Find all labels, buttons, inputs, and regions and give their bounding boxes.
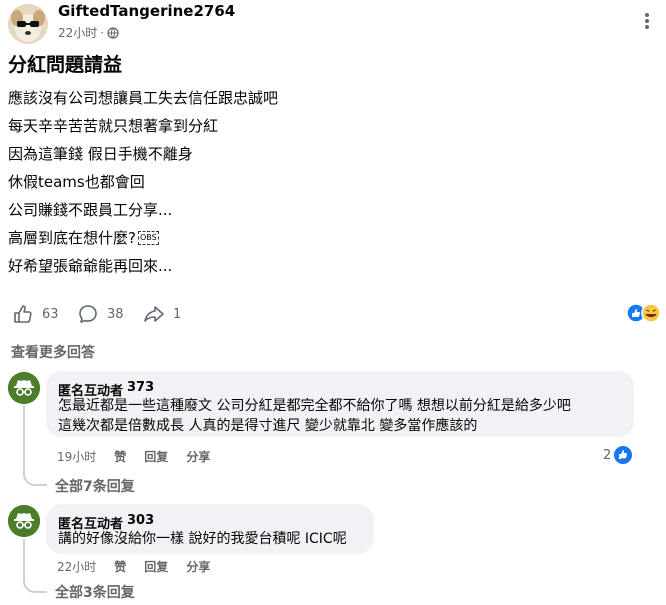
view-all-replies-link[interactable]: 全部7条回复 <box>55 476 135 496</box>
dog-sunglasses-avatar-icon <box>8 4 48 44</box>
comment-like-button[interactable]: 赞 <box>114 558 126 575</box>
comment-text-line: 這幾次都是倍數成長 人真的是得寸進尺 變少就靠北 變多當作應該的 <box>58 418 478 434</box>
comment-reaction-count[interactable]: 2 <box>603 446 633 464</box>
meta-separator: · <box>100 25 105 40</box>
obs-emoji-icon: OBS <box>137 230 159 245</box>
comment-like-button[interactable]: 赞 <box>114 448 126 465</box>
like-haha-reactions-icon <box>626 303 661 323</box>
post-time[interactable]: 22小时 <box>58 24 97 41</box>
thread-connector <box>23 406 47 486</box>
post-title: 分紅問題請益 <box>8 54 123 76</box>
thumbs-up-icon <box>14 305 32 323</box>
author-avatar[interactable] <box>8 4 48 44</box>
post-meta: 22小时 · <box>58 24 119 41</box>
comment-reply-button[interactable]: 回复 <box>144 558 168 575</box>
view-all-replies-link[interactable]: 全部3条回复 <box>55 582 135 602</box>
post-line: 公司賺錢不跟員工分享... <box>8 201 173 219</box>
post-line-with-emoji: 高層到底在想什麼? OBS <box>8 227 159 248</box>
thread-connector <box>23 539 47 593</box>
more-options-button[interactable] <box>636 10 658 32</box>
comment-reply-button[interactable]: 回复 <box>144 448 168 465</box>
comment-action[interactable]: 38 <box>77 303 124 325</box>
more-vertical-icon <box>645 13 649 29</box>
comment-bubble-icon <box>79 305 97 323</box>
see-more-replies-link[interactable]: 查看更多回答 <box>11 342 95 362</box>
post-line: 休假teams也都會回 <box>8 173 145 191</box>
comment-time[interactable]: 22小时 <box>57 558 96 575</box>
comment-actions: 19小时 赞 回复 分享 <box>57 448 210 465</box>
share-action[interactable]: 1 <box>143 303 181 325</box>
anonymous-spy-icon <box>8 372 40 404</box>
anonymous-avatar[interactable] <box>8 372 40 404</box>
comment-share-button[interactable]: 分享 <box>186 448 210 465</box>
post-line: 因為這筆錢 假日手機不離身 <box>8 145 193 163</box>
author-name[interactable]: GiftedTangerine2764 <box>58 2 235 20</box>
post-line: 應該沒有公司想讓員工失去信任跟忠誠吧 <box>8 89 279 107</box>
globe-icon <box>107 26 119 39</box>
reaction-summary[interactable] <box>626 303 666 323</box>
comment-share-button[interactable]: 分享 <box>186 558 210 575</box>
like-badge-icon <box>614 446 633 464</box>
comment-actions: 22小时 赞 回复 分享 <box>57 558 210 575</box>
comment-count: 38 <box>107 306 124 322</box>
share-arrow-icon <box>144 306 164 322</box>
post-line: 好希望張爺爺能再回來... <box>8 257 173 275</box>
post-line: 高層到底在想什麼? <box>8 229 136 247</box>
anonymous-spy-icon <box>8 505 40 537</box>
like-action[interactable]: 63 <box>12 303 59 325</box>
comment-text-line: 怎最近都是一些這種廢文 公司分紅是都完全都不給你了嗎 想想以前分紅是給多少吧 <box>58 398 571 414</box>
post-line: 每天辛辛苦苦就只想著拿到分紅 <box>8 117 219 135</box>
comment-reaction-number: 2 <box>603 447 612 463</box>
anonymous-avatar[interactable] <box>8 505 40 537</box>
comment-bubble: 匿名互动者 373 怎最近都是一些這種廢文 公司分紅是都完全都不給你了嗎 想想以… <box>46 371 634 437</box>
comment-bubble: 匿名互动者 303 講的好像沒給你一樣 說好的我愛台積呢 ICIC呢 <box>46 504 374 554</box>
share-count: 1 <box>173 306 182 322</box>
like-count: 63 <box>42 306 59 322</box>
comment-text-line: 講的好像沒給你一樣 說好的我愛台積呢 ICIC呢 <box>58 531 347 547</box>
comment-time[interactable]: 19小时 <box>57 448 96 465</box>
